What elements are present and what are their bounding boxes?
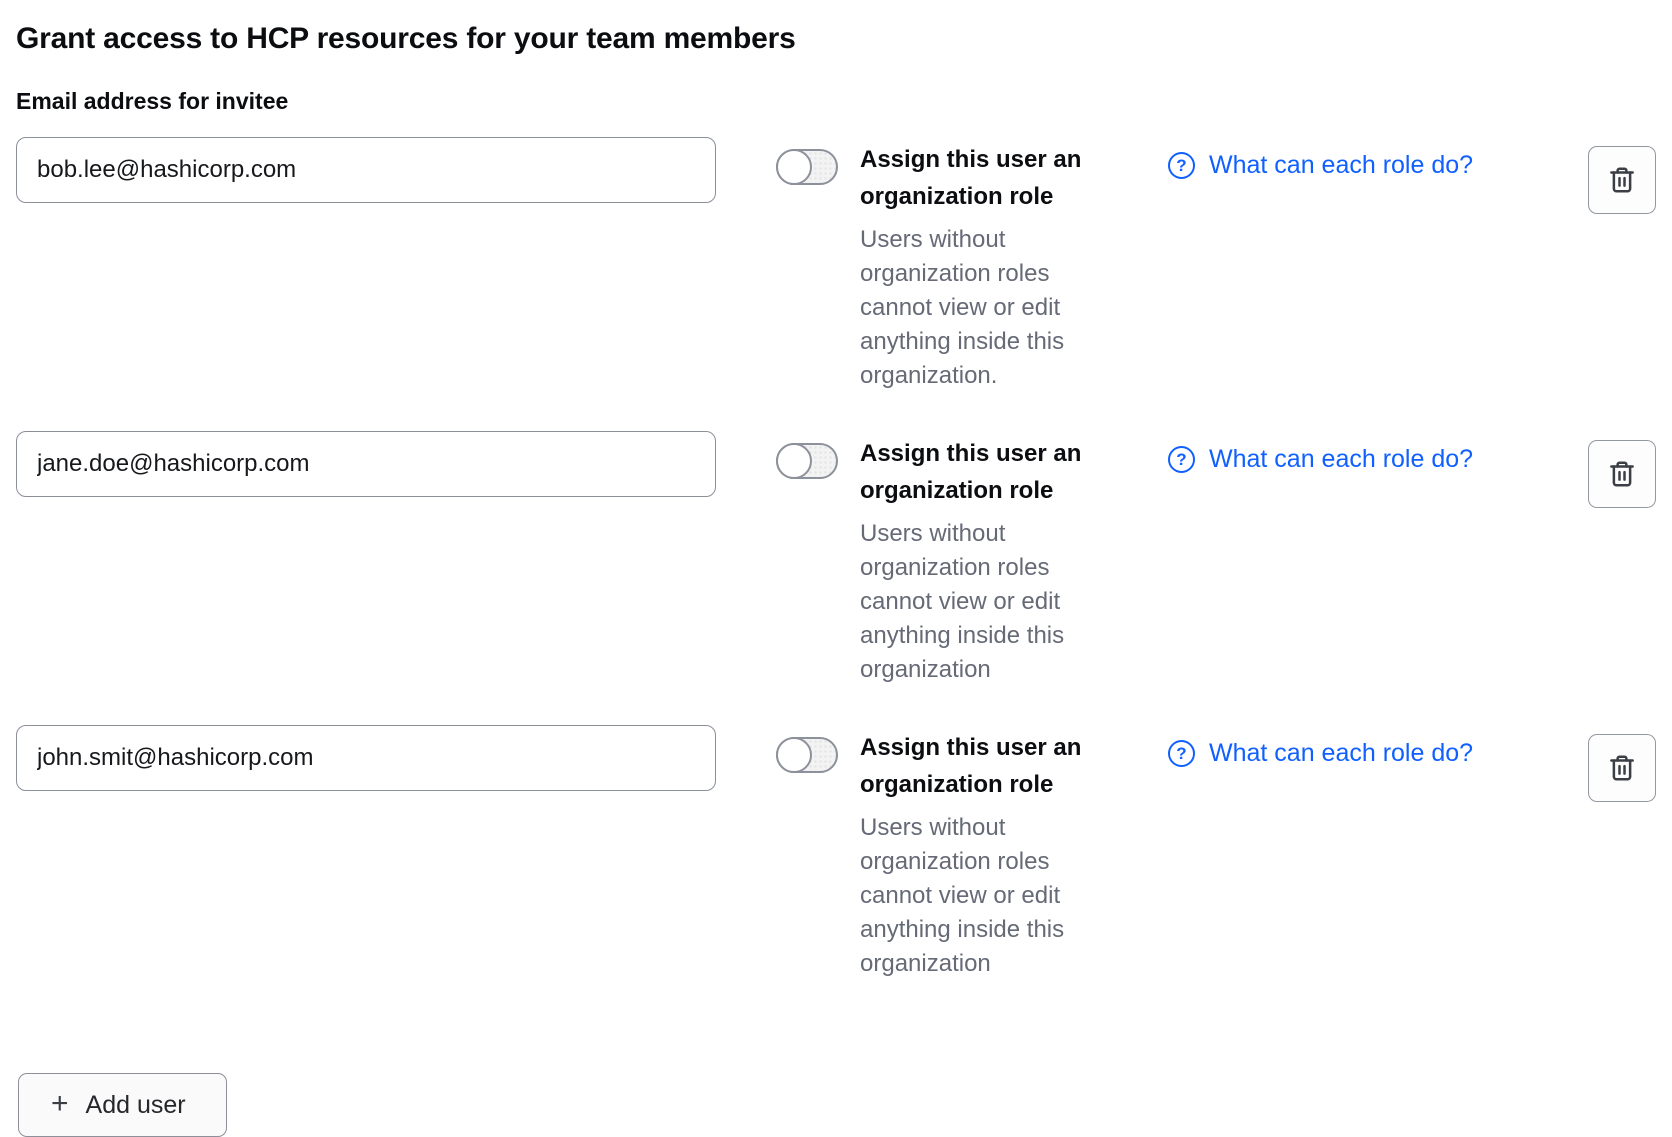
help-glyph: ? [1176, 157, 1186, 174]
trash-icon [1607, 459, 1637, 489]
role-description: Users without organization roles cannot … [860, 223, 1112, 393]
role-help-link[interactable]: ? What can each role do? [1168, 739, 1473, 768]
role-text-block: Assign this user an organization role Us… [860, 729, 1112, 981]
plus-icon: + [51, 1089, 69, 1119]
role-toggle-label: Assign this user an organization role [860, 435, 1112, 509]
email-address-label: Email address for invitee [16, 88, 1656, 115]
invite-rows: Assign this user an organization role Us… [16, 137, 1656, 981]
email-input[interactable] [16, 431, 716, 497]
org-role-toggle[interactable] [776, 149, 838, 185]
invite-row-2: Assign this user an organization role Us… [16, 431, 1656, 687]
delete-row-button[interactable] [1588, 734, 1656, 802]
role-help-link[interactable]: ? What can each role do? [1168, 151, 1473, 180]
add-user-button[interactable]: + Add user [18, 1073, 227, 1137]
add-user-label: Add user [86, 1091, 186, 1120]
help-link-label: What can each role do? [1209, 445, 1473, 474]
role-help-link[interactable]: ? What can each role do? [1168, 445, 1473, 474]
role-description: Users without organization roles cannot … [860, 517, 1112, 687]
role-toggle-label: Assign this user an organization role [860, 729, 1112, 803]
org-role-toggle[interactable] [776, 737, 838, 773]
org-role-toggle[interactable] [776, 443, 838, 479]
role-toggle-label: Assign this user an organization role [860, 141, 1112, 215]
page-title: Grant access to HCP resources for your t… [16, 22, 1656, 56]
toggle-knob-icon [776, 737, 812, 773]
help-glyph: ? [1176, 451, 1186, 468]
delete-row-button[interactable] [1588, 440, 1656, 508]
toggle-knob-icon [776, 149, 812, 185]
role-text-block: Assign this user an organization role Us… [860, 435, 1112, 687]
role-text-block: Assign this user an organization role Us… [860, 141, 1112, 393]
toggle-knob-icon [776, 443, 812, 479]
help-circle-icon: ? [1168, 446, 1195, 473]
invite-row-1: Assign this user an organization role Us… [16, 137, 1656, 393]
help-circle-icon: ? [1168, 740, 1195, 767]
help-link-label: What can each role do? [1209, 151, 1473, 180]
help-glyph: ? [1176, 745, 1186, 762]
help-link-label: What can each role do? [1209, 739, 1473, 768]
email-input[interactable] [16, 137, 716, 203]
trash-icon [1607, 753, 1637, 783]
help-circle-icon: ? [1168, 152, 1195, 179]
invite-row-3: Assign this user an organization role Us… [16, 725, 1656, 981]
trash-icon [1607, 165, 1637, 195]
role-description: Users without organization roles cannot … [860, 811, 1112, 981]
email-input[interactable] [16, 725, 716, 791]
delete-row-button[interactable] [1588, 146, 1656, 214]
